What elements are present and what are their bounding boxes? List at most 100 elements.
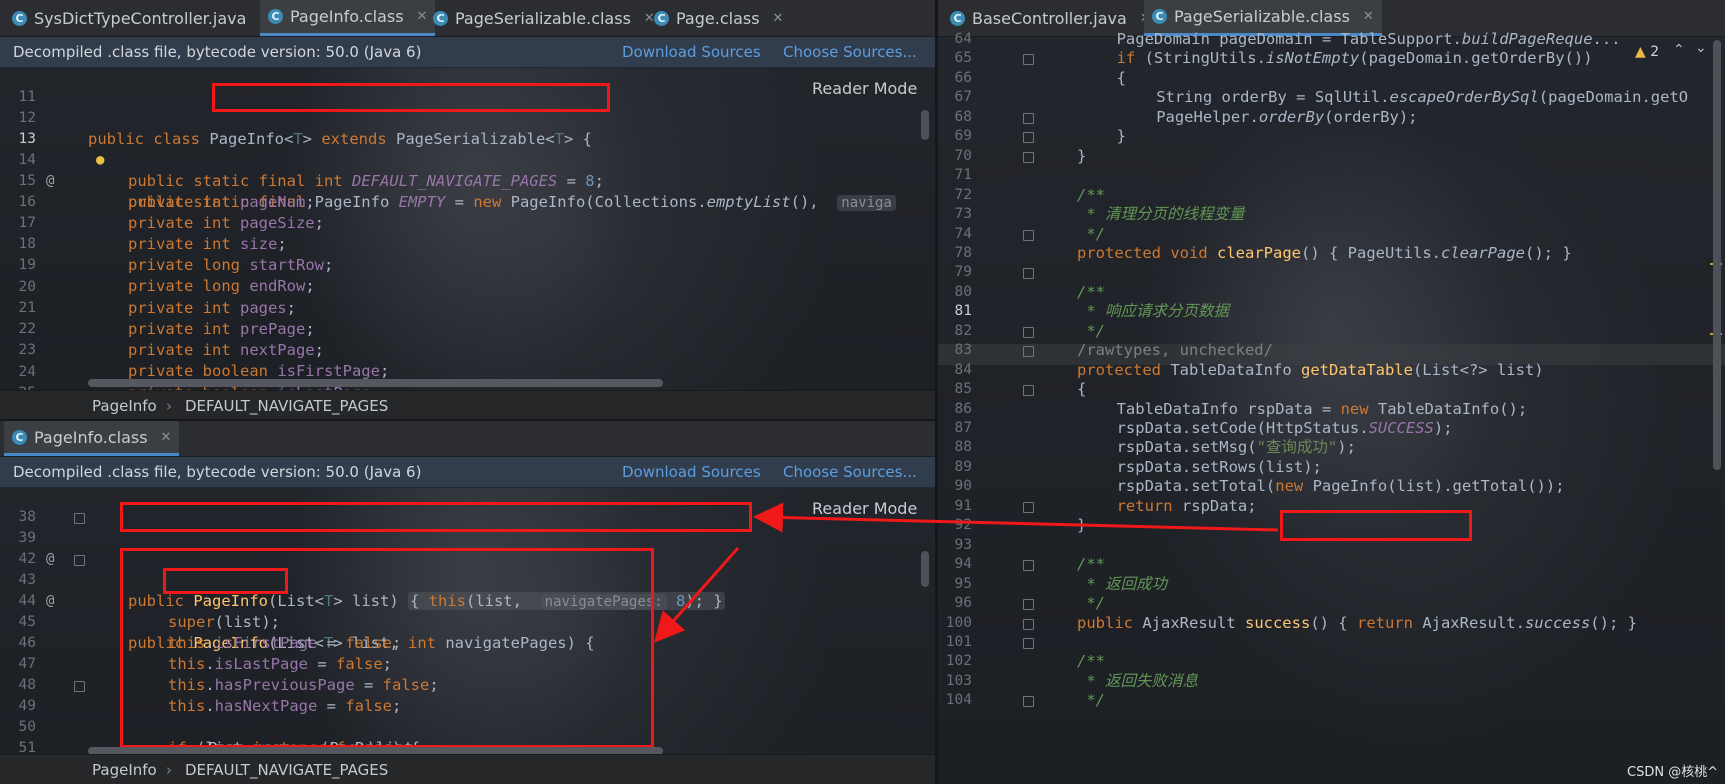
- fold-icon[interactable]: [1023, 229, 1034, 241]
- fold-icon[interactable]: [1023, 326, 1034, 338]
- fold-icon[interactable]: [1023, 560, 1034, 572]
- code-line: 24 private boolean isLastPage;: [0, 341, 935, 402]
- fold-icon[interactable]: [1023, 268, 1034, 280]
- fold-icon[interactable]: [1023, 599, 1034, 611]
- left-bottom-editor-pane: C PageInfo.class ✕ Decompiled .class fil…: [0, 421, 935, 784]
- line-number: 95: [954, 575, 972, 592]
- breadcrumb-separator: ›: [166, 397, 172, 415]
- code-text: return rspData;: [1116, 496, 1257, 515]
- fold-icon[interactable]: [1023, 501, 1034, 513]
- code-text: */: [1077, 224, 1105, 243]
- code-text: TableDataInfo rspData = new TableDataInf…: [1116, 399, 1528, 418]
- code-line: 18 private long startRow;: [0, 213, 935, 274]
- vertical-scrollbar[interactable]: [1713, 40, 1721, 470]
- breadcrumb-field[interactable]: DEFAULT_NAVIGATE_PAGES: [185, 397, 388, 415]
- code-line: 102 /**: [938, 652, 1725, 671]
- code-line: 15 private int pageNum;: [0, 150, 935, 211]
- fold-icon[interactable]: [1023, 54, 1034, 66]
- fold-icon[interactable]: [1023, 696, 1034, 708]
- code-line: 16 private int pageSize;: [0, 171, 935, 232]
- tab-label: PageSerializable.class: [1174, 7, 1350, 26]
- fold-icon[interactable]: [1023, 385, 1034, 397]
- fold-icon[interactable]: [74, 513, 85, 524]
- breadcrumb-class[interactable]: PageInfo: [92, 761, 157, 779]
- code-text: rspData.setRows(list);: [1116, 457, 1322, 476]
- tab-pageinfo-class[interactable]: C PageInfo.class ✕: [260, 0, 436, 36]
- line-number: 103: [945, 672, 972, 689]
- class-icon: C: [12, 429, 27, 445]
- line-number: 80: [954, 283, 972, 300]
- code-text: protected void clearPage() { PageUtils.c…: [1077, 243, 1572, 262]
- pane-divider-horizontal[interactable]: [0, 419, 935, 421]
- fold-icon[interactable]: [1023, 112, 1034, 124]
- code-text: /**: [1077, 652, 1105, 671]
- line-number: 81: [954, 303, 972, 320]
- class-icon: C: [950, 10, 965, 26]
- line-number: 73: [954, 206, 972, 223]
- right-editor-pane: C BaseController.java ✕ C PageSerializab…: [938, 0, 1725, 784]
- tab-page-class[interactable]: C Page.class ✕: [646, 0, 791, 36]
- code-line: 84 protected TableDataInfo getDataTable(L…: [938, 361, 1725, 380]
- download-sources-link[interactable]: Download Sources: [622, 463, 761, 481]
- download-sources-link[interactable]: Download Sources: [622, 43, 761, 61]
- code-line: 86 TableDataInfo rspData = new TableDataI…: [938, 400, 1725, 419]
- fold-icon[interactable]: [1023, 618, 1034, 630]
- line-number: 90: [954, 478, 972, 495]
- close-icon[interactable]: ✕: [161, 430, 172, 445]
- code-text: * 返回成功: [1077, 574, 1167, 593]
- fold-icon[interactable]: [1023, 346, 1034, 358]
- code-line: 67 String orderBy = SqlUtil.escapeOrderBy…: [938, 88, 1725, 107]
- code-text: }: [1116, 127, 1126, 146]
- line-number: 79: [954, 264, 972, 281]
- tab-pageserializable-class[interactable]: C PageSerializable.class ✕: [425, 0, 663, 36]
- code-text: {: [1077, 380, 1087, 399]
- highlight-class-declaration: [212, 83, 610, 112]
- code-text: /**: [1077, 282, 1105, 301]
- code-line: 94 /**: [938, 555, 1725, 574]
- breadcrumb-class[interactable]: PageInfo: [92, 397, 157, 415]
- fold-icon[interactable]: [1023, 151, 1034, 163]
- code-line: 71: [938, 166, 1725, 185]
- class-icon: C: [433, 10, 448, 26]
- tab-label: Page.class: [676, 8, 760, 28]
- line-number: 64: [954, 31, 972, 47]
- fold-icon[interactable]: [74, 555, 85, 566]
- tab-pageinfo-class[interactable]: C PageInfo.class ✕: [4, 421, 180, 456]
- breadcrumb-field[interactable]: DEFAULT_NAVIGATE_PAGES: [185, 761, 388, 779]
- close-icon[interactable]: ✕: [1363, 9, 1374, 24]
- code-line: 79: [938, 263, 1725, 282]
- fold-icon[interactable]: [74, 681, 85, 692]
- tab-label: PageSerializable.class: [455, 8, 631, 28]
- fold-icon[interactable]: [1023, 132, 1034, 144]
- close-icon[interactable]: ✕: [773, 11, 784, 26]
- fold-icon[interactable]: [1023, 637, 1034, 649]
- breadcrumb: PageInfo › DEFAULT_NAVIGATE_PAGES: [0, 754, 935, 784]
- code-line: 66 {: [938, 69, 1725, 88]
- code-line: 103 * 返回失败消息: [938, 672, 1725, 691]
- line-number: 68: [954, 108, 972, 125]
- code-line: 72 /**: [938, 186, 1725, 205]
- line-number: 91: [954, 497, 972, 514]
- decompiled-info-bar: Decompiled .class file, bytecode version…: [0, 457, 935, 488]
- vertical-scrollbar[interactable]: [921, 110, 929, 140]
- class-icon: C: [12, 10, 27, 26]
- line-number: 88: [954, 439, 972, 456]
- breadcrumb: PageInfo › DEFAULT_NAVIGATE_PAGES: [0, 390, 935, 420]
- line-number: 89: [954, 458, 972, 475]
- choose-sources-link[interactable]: Choose Sources...: [783, 43, 917, 61]
- code-line: 64 PageDomain pageDomain = TableSupport.b…: [938, 30, 1725, 49]
- code-text: */: [1077, 321, 1105, 340]
- tab-sysdicttypecontroller[interactable]: C SysDictTypeController.java ✕: [4, 0, 278, 36]
- horizontal-scrollbar[interactable]: [88, 379, 663, 387]
- code-text: * 响应请求分页数据: [1077, 302, 1229, 321]
- vertical-scrollbar[interactable]: [921, 551, 929, 587]
- code-text: {: [1116, 68, 1126, 87]
- tab-label: SysDictTypeController.java: [34, 8, 247, 28]
- code-line: 19 private long endRow;: [0, 234, 935, 295]
- code-text: rspData.setTotal(new PageInfo(list).getT…: [1116, 477, 1565, 496]
- code-line: 17 private int size;: [0, 192, 935, 253]
- code-line: 89 rspData.setRows(list);: [938, 458, 1725, 477]
- code-line: 14 @ public static final PageInfo EMPTY …: [0, 129, 935, 211]
- choose-sources-link[interactable]: Choose Sources...: [783, 463, 917, 481]
- class-icon: C: [1152, 9, 1167, 24]
